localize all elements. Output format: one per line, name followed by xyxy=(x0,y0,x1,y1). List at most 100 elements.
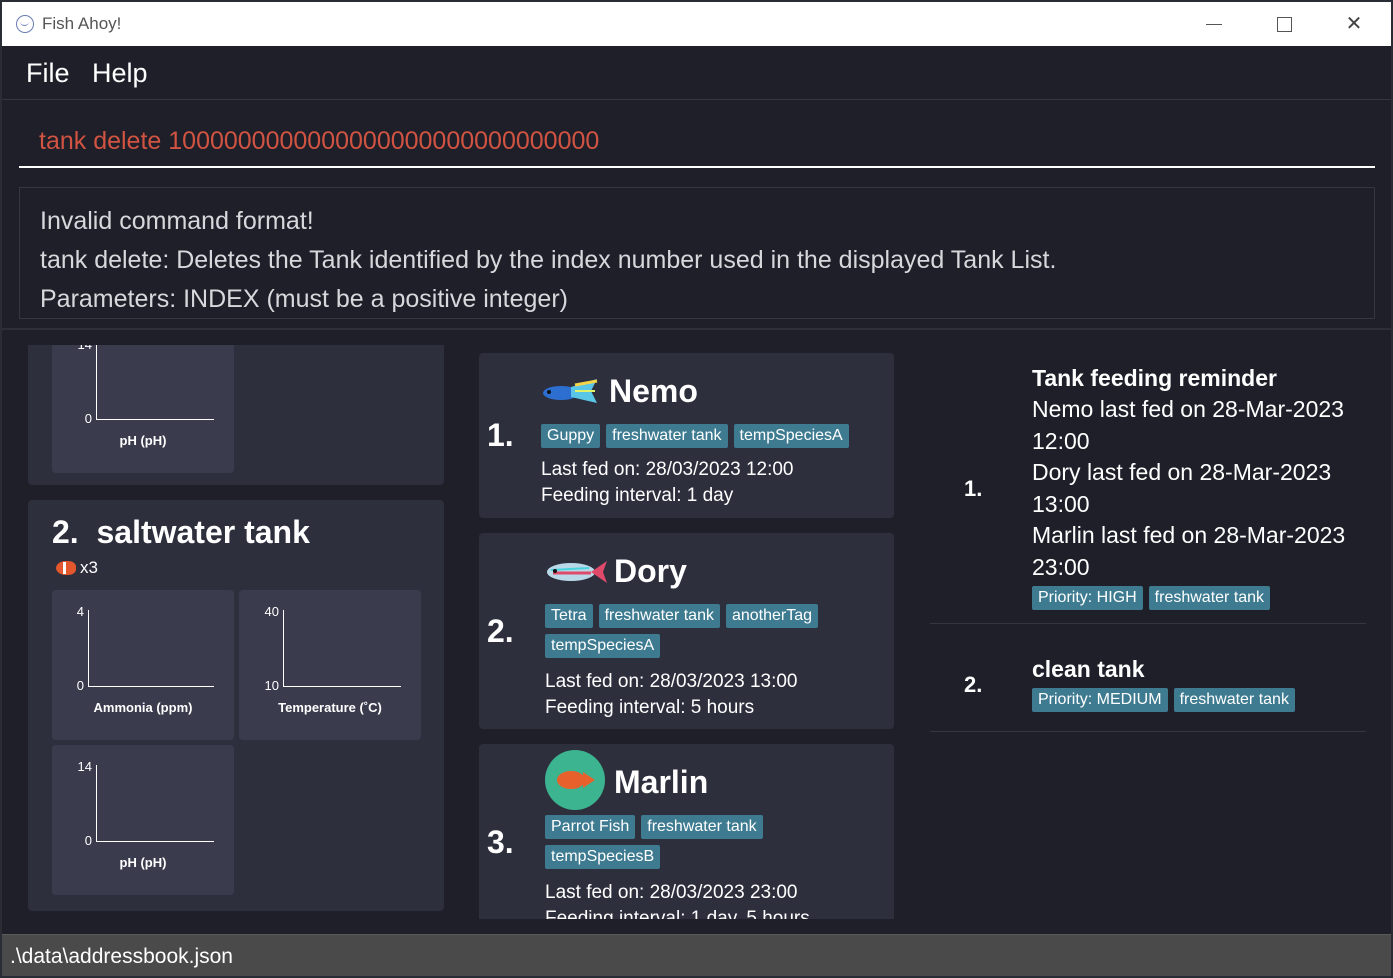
tag: freshwater tank xyxy=(606,424,728,448)
temperature-graph: 40 10 Temperature (˚C) xyxy=(239,590,421,740)
fish-index: 1. xyxy=(487,417,514,453)
x-axis xyxy=(96,841,214,842)
app-window: Fish Ahoy! ✕ File Help tank delete 10000… xyxy=(0,0,1393,978)
fish-index: 2. xyxy=(487,613,514,649)
task-line: Marlin last fed on 28-Mar-2023 23:00 xyxy=(1032,522,1346,580)
graph-label: Temperature (˚C) xyxy=(278,700,382,715)
save-location: .\data\addressbook.json xyxy=(10,945,233,968)
priority-tag: Priority: HIGH xyxy=(1032,586,1143,610)
tetra-icon xyxy=(547,561,607,583)
tag: tempSpeciesA xyxy=(545,634,661,658)
task-index: 2. xyxy=(964,672,983,697)
graph-label: pH (pH) xyxy=(119,433,167,448)
y-tick-min: 0 xyxy=(84,411,92,426)
app-logo-icon xyxy=(16,15,34,33)
y-tick-max: 40 xyxy=(264,604,279,619)
close-button[interactable]: ✕ xyxy=(1320,2,1388,46)
task-line: Nemo last fed on 28-Mar-2023 12:00 xyxy=(1032,396,1344,454)
y-axis xyxy=(88,610,89,686)
task-item[interactable]: 1. Tank feeding reminder Nemo last fed o… xyxy=(930,345,1366,624)
graph-label: pH (pH) xyxy=(119,855,167,870)
x-axis xyxy=(96,419,214,420)
tag: freshwater tank xyxy=(598,604,720,628)
tank-list[interactable]: 14 0 pH (pH) 2. saltwater tank x3 4 0 Am… xyxy=(28,345,444,919)
window-title: Fish Ahoy! xyxy=(42,14,122,33)
fish-tags: Guppy freshwater tank tempSpeciesA xyxy=(541,424,881,454)
parrot-fish-icon xyxy=(545,750,605,810)
command-input[interactable]: tank delete 1000000000000000000000000000… xyxy=(19,120,1375,168)
tank-card[interactable]: 2. saltwater tank x3 4 0 Ammonia (ppm) 4… xyxy=(28,500,444,911)
fish-list[interactable]: Nemo 1. Guppy freshwater tank tempSpeciesA… xyxy=(479,345,895,919)
ph-graph: 14 0 pH (pH) xyxy=(52,345,234,473)
status-bar: .\data\addressbook.json xyxy=(2,934,1391,976)
fish-feeding-interval: Feeding interval: 5 hours xyxy=(545,697,755,718)
maximize-icon xyxy=(1276,17,1292,33)
tank-name-text: saltwater tank xyxy=(96,514,310,550)
task-tags: Priority: HIGH freshwater tank xyxy=(1032,586,1362,616)
maximize-button[interactable] xyxy=(1250,2,1318,46)
fish-last-fed: Last fed on: 28/03/2023 12:00 xyxy=(541,459,794,480)
task-list[interactable]: 1. Tank feeding reminder Nemo last fed o… xyxy=(930,345,1366,919)
tank-index: 2. xyxy=(52,514,79,550)
fish-feeding-interval: Feeding interval: 1 day xyxy=(541,485,734,506)
fish-tags: Tetra freshwater tank anotherTag tempSpecie… xyxy=(545,604,885,664)
close-icon: ✕ xyxy=(1345,13,1363,35)
priority-tag: Priority: MEDIUM xyxy=(1032,688,1168,712)
task-item[interactable]: 2. clean tank Priority: MEDIUM freshwater… xyxy=(930,624,1366,732)
result-line: tank delete: Deletes the Tank identified… xyxy=(40,246,1057,274)
y-axis xyxy=(283,610,284,686)
tag: Parrot Fish xyxy=(545,815,636,839)
tank-card[interactable]: 14 0 pH (pH) xyxy=(28,345,444,485)
fish-tags: Parrot Fish freshwater tank tempSpeciesB xyxy=(545,815,885,875)
tag: tempSpeciesB xyxy=(545,845,661,869)
task-tags: Priority: MEDIUM freshwater tank xyxy=(1032,688,1362,718)
task-line: Dory last fed on 28-Mar-2023 13:00 xyxy=(1032,459,1332,517)
fish-card[interactable]: Dory 2. Tetra freshwater tank anotherTag te… xyxy=(479,533,894,729)
task-index: 1. xyxy=(964,476,983,501)
fish-card[interactable]: Nemo 1. Guppy freshwater tank tempSpeciesA… xyxy=(479,353,894,518)
y-tick-max: 14 xyxy=(56,345,92,352)
y-tick-min: 0 xyxy=(76,678,84,693)
x-axis xyxy=(283,686,401,687)
ammonia-graph: 4 0 Ammonia (ppm) xyxy=(52,590,234,740)
y-axis xyxy=(96,765,97,841)
minimize-icon xyxy=(1206,24,1222,26)
clownfish-icon xyxy=(56,561,76,575)
tag: tempSpeciesA xyxy=(733,424,849,448)
command-area: tank delete 1000000000000000000000000000… xyxy=(2,100,1391,178)
fish-feeding-interval: Feeding interval: 1 day, 5 hours xyxy=(545,908,810,919)
task-title: Tank feeding reminder xyxy=(1032,365,1277,391)
graph-label: Ammonia (ppm) xyxy=(93,700,193,715)
result-line: Invalid command format! xyxy=(40,207,314,235)
menu-file[interactable]: File xyxy=(26,58,70,89)
fish-last-fed: Last fed on: 28/03/2023 13:00 xyxy=(545,671,798,692)
menu-bar: File Help xyxy=(2,46,1391,100)
tank-name: 2. saltwater tank xyxy=(52,514,310,551)
tag: Tetra xyxy=(545,604,593,628)
tag: freshwater tank xyxy=(641,815,763,839)
task-description: Nemo last fed on 28-Mar-2023 12:00 Dory … xyxy=(1032,394,1362,583)
minimize-button[interactable] xyxy=(1180,2,1248,46)
result-line: Parameters: INDEX (must be a positive in… xyxy=(40,285,568,313)
fish-count: x3 xyxy=(56,558,98,578)
y-tick-max: 14 xyxy=(77,759,92,774)
fish-name: Dory xyxy=(614,553,687,589)
fish-count-text: x3 xyxy=(80,558,98,577)
divider xyxy=(2,328,1391,330)
tag: anotherTag xyxy=(725,604,819,628)
y-tick-min: 0 xyxy=(84,833,92,848)
ph-graph: 14 0 pH (pH) xyxy=(52,745,234,895)
guppy-icon xyxy=(543,379,598,403)
tag: freshwater tank xyxy=(1173,688,1295,712)
tag: freshwater tank xyxy=(1148,586,1271,610)
menu-help[interactable]: Help xyxy=(92,58,148,89)
y-axis xyxy=(96,345,97,419)
title-bar: Fish Ahoy! ✕ xyxy=(2,2,1391,46)
fish-card[interactable]: Marlin 3. Parrot Fish freshwater tank temp… xyxy=(479,744,894,919)
task-title: clean tank xyxy=(1032,656,1145,682)
fish-name: Marlin xyxy=(614,764,709,800)
fish-index: 3. xyxy=(487,824,514,860)
tag: Guppy xyxy=(541,424,601,448)
fish-last-fed: Last fed on: 28/03/2023 23:00 xyxy=(545,882,798,903)
y-tick-max: 4 xyxy=(76,604,84,619)
